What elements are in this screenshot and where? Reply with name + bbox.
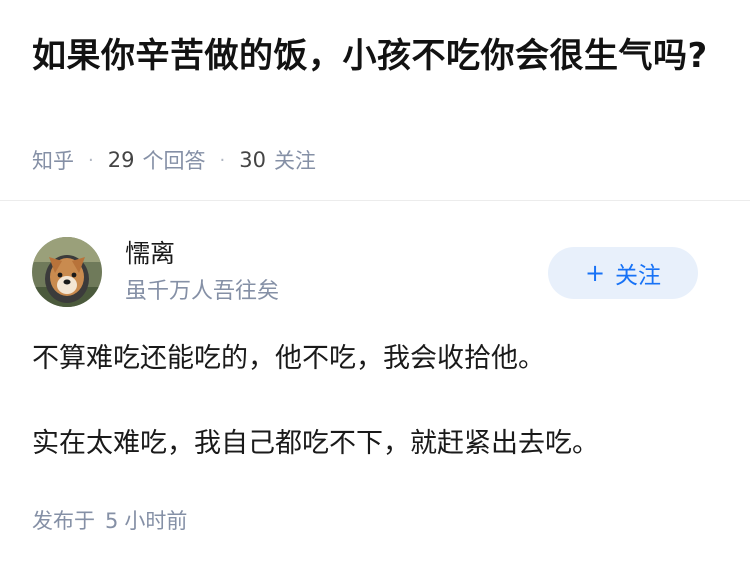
- publish-value: 5: [105, 509, 119, 533]
- publish-prefix: 发布于: [32, 509, 95, 533]
- answer-content[interactable]: 不算难吃还能吃的，他不吃，我会收拾他。 实在太难吃，我自己都吃不下，就赶紧出去吃…: [32, 339, 722, 464]
- publish-time: 发布于 5 小时前: [32, 506, 187, 536]
- answer-card: 懦离 虽千万人吾往矣 + 关注 不算难吃还能吃的，他不吃，我会收拾他。 实在太难…: [0, 201, 750, 574]
- author-bio: 虽千万人吾往矣: [125, 279, 280, 304]
- question-header: 如果你辛苦做的饭，小孩不吃你会很生气吗? 知乎 · 29 个回答 · 30 关注: [0, 0, 750, 200]
- source-label[interactable]: 知乎: [32, 145, 74, 175]
- question-meta: 知乎 · 29 个回答 · 30 关注: [32, 143, 316, 177]
- answer-count-label[interactable]: 个回答: [142, 145, 205, 175]
- answer-paragraph: 实在太难吃，我自己都吃不下，就赶紧出去吃。: [32, 428, 599, 459]
- dog-avatar-icon: [32, 237, 102, 307]
- answer-count: 29: [107, 148, 135, 172]
- follower-count-label[interactable]: 关注: [274, 145, 316, 175]
- author-avatar[interactable]: [32, 237, 102, 307]
- author-name[interactable]: 懦离: [125, 237, 175, 271]
- plus-icon: +: [584, 259, 606, 287]
- follower-count: 30: [239, 148, 266, 172]
- follow-button[interactable]: + 关注: [548, 247, 698, 299]
- separator-dot: ·: [88, 149, 94, 171]
- answer-paragraph: 不算难吃还能吃的，他不吃，我会收拾他。: [32, 343, 545, 374]
- publish-unit: 小时前: [124, 509, 188, 533]
- follow-button-label: 关注: [615, 263, 662, 289]
- separator-dot: ·: [219, 149, 226, 171]
- question-title[interactable]: 如果你辛苦做的饭，小孩不吃你会很生气吗?: [32, 32, 712, 80]
